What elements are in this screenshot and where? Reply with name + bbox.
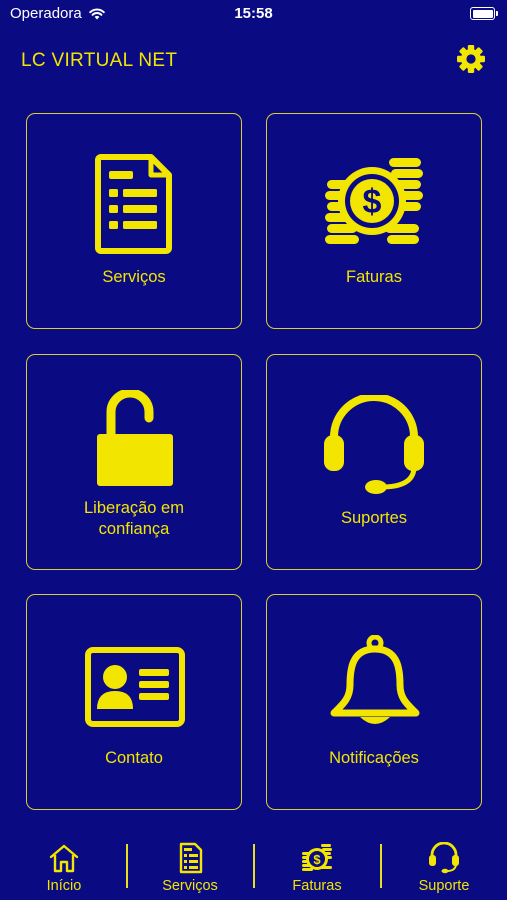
- tab-servicos[interactable]: Serviços: [130, 830, 250, 900]
- tab-divider: [380, 844, 382, 888]
- headset-icon: [324, 395, 424, 494]
- tab-divider: [253, 844, 255, 888]
- app-bar: LC VIRTUAL NET: [0, 28, 507, 92]
- battery-icon: [470, 7, 498, 20]
- app-title: LC VIRTUAL NET: [21, 50, 178, 71]
- status-bar: Operadora 15:58: [0, 0, 507, 28]
- bottom-tab-bar: Início Serviços $ Faturas Suporte: [0, 830, 507, 900]
- tab-suporte[interactable]: Suporte: [384, 830, 504, 900]
- svg-text:$: $: [313, 852, 321, 867]
- coins-dollar-icon: $: [325, 158, 423, 244]
- tile-contato[interactable]: Contato: [26, 594, 242, 810]
- headset-icon: [429, 842, 459, 874]
- tile-servicos-label: Serviços: [102, 268, 166, 286]
- tile-servicos[interactable]: Serviços: [26, 113, 242, 329]
- tile-liberacao-label: Liberação em confiança: [84, 499, 184, 538]
- tile-suportes-label: Suportes: [340, 509, 408, 527]
- tab-inicio[interactable]: Início: [4, 830, 124, 900]
- unlocked-padlock-icon: [97, 390, 173, 486]
- tab-faturas[interactable]: $ Faturas: [257, 830, 377, 900]
- tab-suporte-label: Suporte: [418, 878, 470, 894]
- svg-text:$: $: [363, 183, 382, 221]
- home-icon: [49, 844, 79, 873]
- tile-faturas[interactable]: $ Faturas: [266, 113, 482, 329]
- tab-servicos-label: Serviços: [162, 878, 218, 894]
- tile-suportes[interactable]: Suportes: [266, 354, 482, 570]
- tile-contato-label: Contato: [105, 749, 163, 767]
- document-list-icon: [95, 154, 172, 254]
- contact-card-icon: [85, 647, 185, 727]
- tile-faturas-label: Faturas: [346, 268, 402, 286]
- gear-icon[interactable]: [456, 44, 486, 74]
- tile-notificacoes[interactable]: Notificações: [266, 594, 482, 810]
- tab-inicio-label: Início: [46, 878, 82, 894]
- document-list-icon: [179, 842, 203, 874]
- tab-faturas-label: Faturas: [292, 878, 342, 894]
- tile-notificacoes-label: Notificações: [329, 749, 419, 767]
- tile-liberacao[interactable]: Liberação em confiança: [26, 354, 242, 570]
- coins-dollar-icon: $: [302, 844, 332, 871]
- clock: 15:58: [234, 5, 273, 22]
- tab-divider: [126, 844, 128, 888]
- bell-icon: [330, 635, 420, 724]
